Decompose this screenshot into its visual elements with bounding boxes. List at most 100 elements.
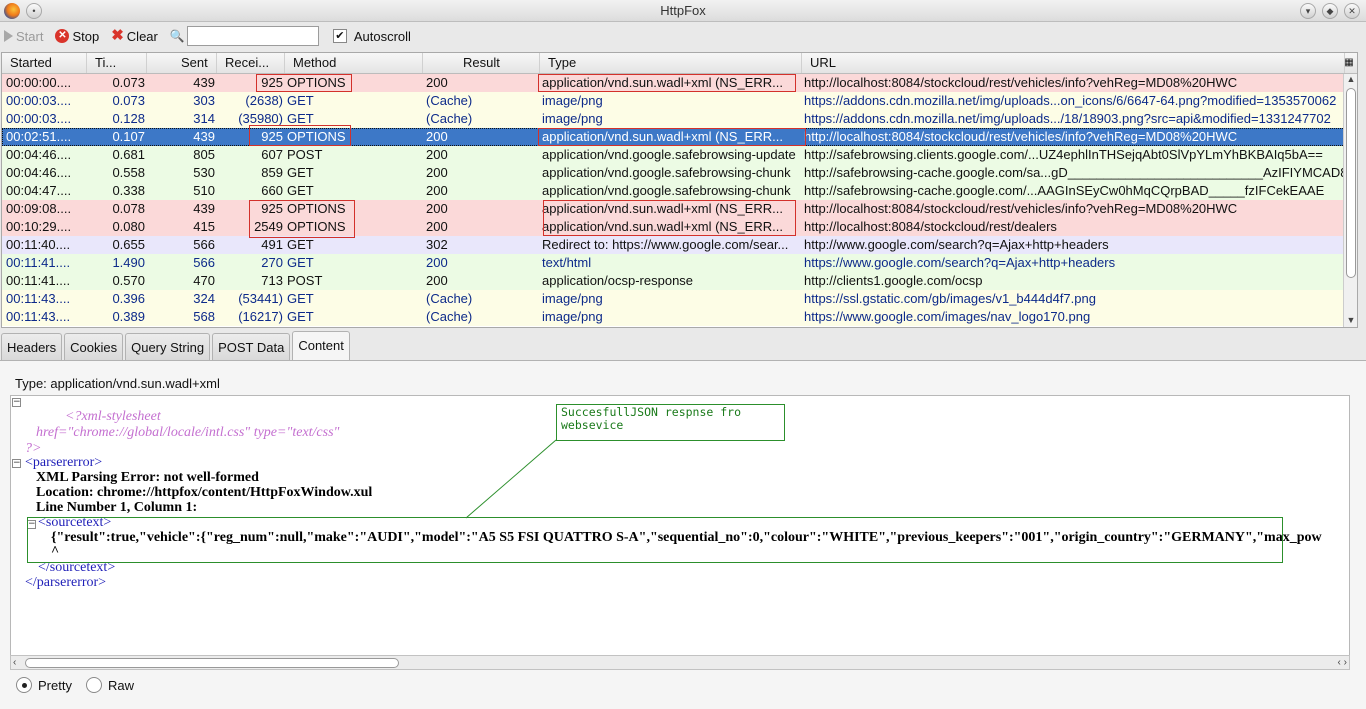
tab-query-string[interactable]: Query String — [125, 333, 211, 360]
clear-icon: ✖ — [111, 27, 124, 44]
start-button[interactable]: Start — [4, 29, 43, 44]
cell-url: https://addons.cdn.mozilla.net/img/uploa… — [804, 111, 1331, 126]
raw-radio[interactable]: Raw — [85, 677, 134, 693]
table-row[interactable]: 00:02:51.... 0.107 439 925 OPTIONS 200 applica… — [2, 128, 1357, 146]
cell-started: 00:11:43.... — [6, 291, 71, 306]
column-header-time[interactable]: Ti... — [87, 53, 147, 73]
grid-vertical-scrollbar[interactable]: ▲ ▼ — [1343, 74, 1357, 327]
column-header-method[interactable]: Method — [285, 53, 423, 73]
cell-started: 00:11:41.... — [6, 255, 71, 270]
xml-horizontal-scrollbar[interactable]: ‹ ‹ › — [10, 655, 1350, 670]
cell-time: 0.128 — [112, 111, 145, 126]
cell-started: 00:09:08.... — [6, 201, 72, 216]
pretty-radio-dot[interactable] — [16, 677, 32, 693]
cell-result: (Cache) — [426, 291, 473, 306]
column-header-started[interactable]: Started — [2, 53, 87, 73]
detail-tabs: Headers Cookies Query String POST Data C… — [1, 331, 350, 360]
column-header-url[interactable]: URL — [802, 53, 1345, 73]
play-icon — [4, 30, 13, 42]
cell-started: 00:10:29.... — [6, 219, 72, 234]
pretty-radio[interactable]: Pretty — [16, 677, 72, 693]
cell-url: http://localhost:8084/stockcloud/rest/ve… — [804, 75, 1238, 90]
table-row[interactable]: 00:04:47.... 0.338 510 660 GET 200 application… — [2, 182, 1357, 200]
grid-header: Started Ti... Sent Recei... Method Resul… — [2, 53, 1357, 74]
scroll-left-icon[interactable]: ‹ — [13, 656, 16, 669]
column-picker-icon[interactable]: ▦ — [1341, 53, 1357, 74]
minimize-icon[interactable]: ▾ — [1300, 3, 1316, 19]
search-input[interactable] — [186, 26, 319, 46]
tab-cookies[interactable]: Cookies — [64, 333, 124, 360]
table-row[interactable]: 00:11:43.... 0.396 324 (53441) GET (Cache) ima… — [2, 290, 1357, 308]
cell-result: 200 — [426, 183, 448, 198]
cell-method: GET — [287, 111, 314, 126]
hscroll-thumb[interactable] — [25, 658, 399, 668]
table-row[interactable]: 00:11:41.... 1.490 566 270 GET 200 text/html ht… — [2, 254, 1357, 272]
cell-recv: 925 — [261, 201, 283, 216]
cell-recv: 713 — [261, 273, 283, 288]
table-row[interactable]: 00:11:41.... 0.570 470 713 POST 200 applicatio… — [2, 272, 1357, 290]
cell-url: http://localhost:8084/stockcloud/rest/de… — [804, 219, 1057, 234]
maximize-icon[interactable]: ◆ — [1322, 3, 1338, 19]
window-menu-icon[interactable]: • — [26, 3, 42, 19]
table-row[interactable]: 00:04:46.... 0.558 530 859 GET 200 application… — [2, 164, 1357, 182]
cell-type: image/png — [542, 291, 603, 306]
autoscroll-toggle[interactable]: ✔ Autoscroll — [332, 29, 411, 44]
cell-started: 00:00:00.... — [6, 75, 72, 90]
xml-parsererror-open: <parsererror> — [25, 455, 103, 470]
column-header-received[interactable]: Recei... — [217, 53, 285, 73]
clear-button[interactable]: ✖ Clear — [111, 27, 158, 44]
cell-time: 0.558 — [112, 165, 145, 180]
tab-post-data[interactable]: POST Data — [212, 333, 291, 360]
cell-method: GET — [287, 237, 314, 252]
column-header-type[interactable]: Type — [540, 53, 802, 73]
cell-method: GET — [287, 93, 314, 108]
tab-content[interactable]: Content — [292, 331, 350, 360]
cell-started: 00:00:03.... — [6, 93, 72, 108]
close-icon[interactable]: ✕ — [1344, 3, 1360, 19]
cell-time: 0.681 — [112, 147, 145, 162]
stop-button[interactable]: ✕ Stop — [55, 29, 99, 44]
cell-started: 00:00:03.... — [6, 111, 72, 126]
scroll-up-icon[interactable]: ▲ — [1344, 74, 1357, 86]
cell-sent: 303 — [193, 93, 215, 108]
cell-url: http://safebrowsing-cache.google.com/sa.… — [804, 165, 1345, 180]
cell-recv: 607 — [261, 147, 283, 162]
xml-sourcetext-open: <sourcetext> — [38, 515, 112, 530]
xml-sourcetext-close: </sourcetext> — [38, 560, 116, 575]
column-header-result[interactable]: Result — [423, 53, 540, 73]
cell-method: GET — [287, 309, 314, 324]
cell-url: https://www.google.com/images/nav_logo17… — [804, 309, 1091, 324]
cell-result: 200 — [426, 201, 448, 216]
table-row[interactable]: 00:00:03.... 0.128 314 (35980) GET (Cache) ima… — [2, 110, 1357, 128]
table-row[interactable]: 00:00:00.... 0.073 439 925 OPTIONS 200 applica… — [2, 74, 1357, 92]
column-header-sent[interactable]: Sent — [147, 53, 217, 73]
table-row[interactable]: 00:09:08.... 0.078 439 925 OPTIONS 200 applica… — [2, 200, 1357, 218]
stop-icon: ✕ — [55, 29, 70, 43]
raw-radio-dot[interactable] — [85, 677, 102, 693]
grid-body: 00:00:00.... 0.073 439 925 OPTIONS 200 applica… — [2, 74, 1357, 326]
tab-headers[interactable]: Headers — [1, 333, 63, 360]
cell-sent: 470 — [193, 273, 215, 288]
cell-type: image/png — [542, 93, 603, 108]
collapse-toggle-icon[interactable]: − — [12, 398, 21, 407]
scroll-thumb[interactable] — [1346, 88, 1356, 278]
cell-recv: (16217) — [238, 309, 283, 324]
cell-method: OPTIONS — [287, 129, 346, 144]
table-row[interactable]: 00:11:43.... 0.389 568 (16217) GET (Cache) ima… — [2, 308, 1357, 326]
cell-result: 200 — [426, 165, 448, 180]
cell-recv: (2638) — [245, 93, 283, 108]
scroll-right-icon[interactable]: ‹ › — [1338, 656, 1347, 669]
table-row[interactable]: 00:04:46.... 0.681 805 607 POST 200 applicatio… — [2, 146, 1357, 164]
table-row[interactable]: 00:00:03.... 0.073 303 (2638) GET (Cache) imag… — [2, 92, 1357, 110]
cell-sent: 566 — [193, 237, 215, 252]
collapse-toggle-icon[interactable]: − — [12, 459, 21, 468]
collapse-toggle-icon[interactable]: − — [27, 520, 36, 529]
table-row[interactable]: 00:11:40.... 0.655 566 491 GET 302 Redirect to… — [2, 236, 1357, 254]
start-label: Start — [16, 28, 44, 44]
scroll-down-icon[interactable]: ▼ — [1344, 315, 1357, 327]
cell-recv: (35980) — [238, 111, 283, 126]
cell-time: 0.073 — [112, 75, 145, 90]
table-row[interactable]: 00:10:29.... 0.080 415 2549 OPTIONS 200 applic… — [2, 218, 1357, 236]
autoscroll-checkbox[interactable]: ✔ — [332, 29, 347, 43]
cell-result: 200 — [426, 129, 448, 144]
